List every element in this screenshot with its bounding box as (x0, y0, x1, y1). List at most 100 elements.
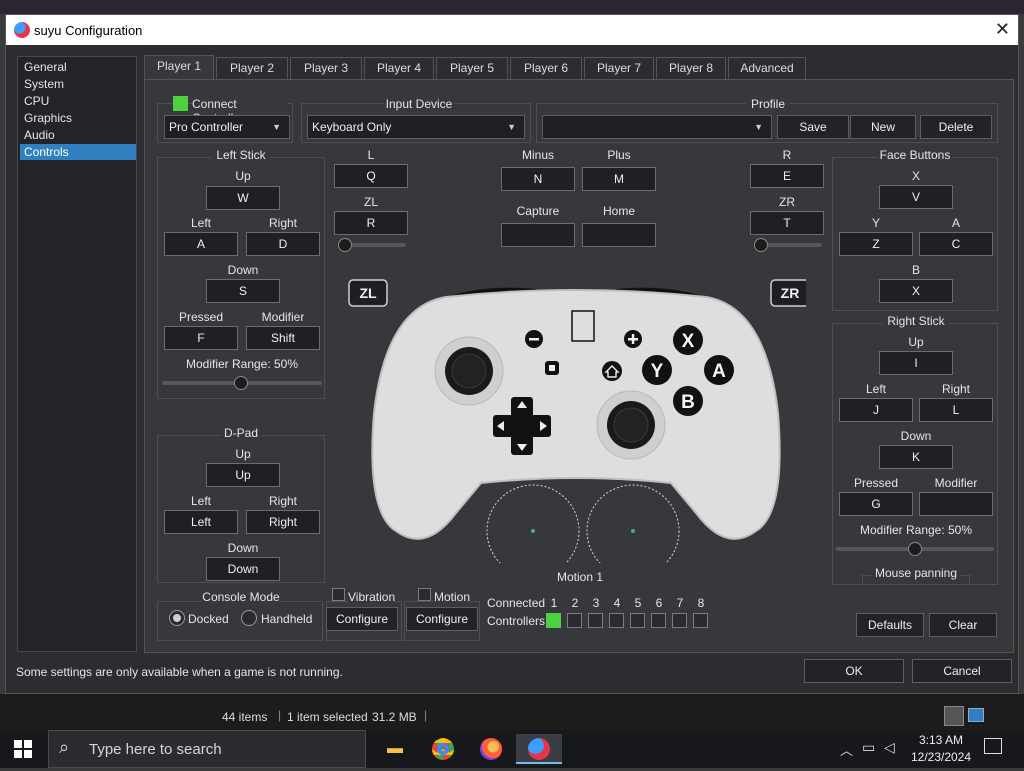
tab-player-5[interactable]: Player 5 (436, 57, 508, 79)
tiles-view-icon[interactable] (968, 708, 984, 722)
controller-slot-6[interactable] (651, 613, 666, 628)
chevron-up-icon[interactable]: ︿ (840, 740, 853, 759)
notifications-icon[interactable] (984, 738, 1002, 754)
left-stick-down-key[interactable]: S (206, 279, 280, 303)
slot-number: 6 (655, 596, 663, 610)
close-icon[interactable]: ✕ (995, 19, 1010, 40)
clock-date[interactable]: 12/23/2024 (906, 750, 976, 764)
dpad-left-key[interactable]: Left (164, 510, 238, 534)
tab-player-4[interactable]: Player 4 (364, 57, 434, 79)
face-a-key[interactable]: C (919, 232, 993, 256)
controller-slot-8[interactable] (693, 613, 708, 628)
left-stick-pressed-key[interactable]: F (164, 326, 238, 350)
file-explorer-icon[interactable]: ▬ (372, 734, 418, 764)
taskbar-search-box[interactable]: ⌕ Type here to search (48, 730, 366, 768)
mouse-panning-label[interactable]: Mouse panning (872, 566, 960, 580)
save-profile-button[interactable]: Save (777, 115, 849, 139)
home-button-key[interactable] (582, 223, 656, 247)
home-button-label: Home (602, 204, 635, 218)
clock-time[interactable]: 3:13 AM (912, 733, 970, 747)
left-stick-up-key[interactable]: W (206, 186, 280, 210)
volume-icon[interactable]: ◁ (884, 739, 895, 756)
connect-controller-checkbox[interactable] (173, 96, 188, 111)
zl-button-key[interactable]: R (334, 211, 408, 235)
controller-slot-7[interactable] (672, 613, 687, 628)
controller-slot-5[interactable] (630, 613, 645, 628)
handheld-radio[interactable] (241, 610, 257, 626)
controller-slot-3[interactable] (588, 613, 603, 628)
right-stick-down-key[interactable]: K (879, 445, 953, 469)
dpad-right-key[interactable]: Right (246, 510, 320, 534)
face-b-key[interactable]: X (879, 279, 953, 303)
right-stick-modifier-key[interactable] (919, 492, 993, 516)
nav-item-graphics[interactable]: Graphics (20, 110, 136, 126)
docked-radio[interactable] (169, 610, 185, 626)
zr-button-label: ZR (779, 195, 795, 209)
nav-item-general[interactable]: General (20, 59, 136, 75)
left-stick-right-key[interactable]: D (246, 232, 320, 256)
r-button-key[interactable]: E (750, 164, 824, 188)
minus-button-key[interactable]: N (501, 167, 575, 191)
left-stick-range-handle[interactable] (234, 376, 248, 390)
dpad-down-key[interactable]: Down (206, 557, 280, 581)
dpad-up-key[interactable]: Up (206, 463, 280, 487)
capture-button-key[interactable] (501, 223, 575, 247)
input-device-select[interactable]: Keyboard Only ▼ (307, 115, 525, 139)
plus-button-key[interactable]: M (582, 167, 656, 191)
controller-slot-1[interactable] (546, 613, 561, 628)
tab-player-1[interactable]: Player 1 (144, 55, 214, 80)
vibration-label: Vibration (348, 590, 396, 604)
l-button-label: L (367, 148, 375, 162)
firefox-icon[interactable] (468, 734, 514, 764)
selected-size: 31.2 MB (372, 710, 417, 724)
details-view-icon[interactable] (944, 706, 964, 726)
tab-player-8[interactable]: Player 8 (656, 57, 726, 79)
motion-title: Motion 1 (552, 570, 608, 584)
vibration-configure-button[interactable]: Configure (326, 607, 398, 631)
clear-button[interactable]: Clear (929, 613, 997, 637)
divider: | (278, 708, 282, 722)
zl-threshold-handle[interactable] (338, 238, 352, 252)
console-mode-title: Console Mode (202, 590, 280, 604)
chrome-icon[interactable] (420, 734, 466, 764)
nav-item-audio[interactable]: Audio (20, 127, 136, 143)
tab-advanced[interactable]: Advanced (728, 57, 806, 79)
nav-item-controls[interactable]: Controls (20, 144, 136, 160)
profile-select[interactable]: ▼ (542, 115, 772, 139)
nav-item-system[interactable]: System (20, 76, 136, 92)
controller-slot-2[interactable] (567, 613, 582, 628)
right-stick-pressed-key[interactable]: G (839, 492, 913, 516)
controller-type-select[interactable]: Pro Controller ▼ (164, 115, 290, 139)
tab-player-3[interactable]: Player 3 (290, 57, 362, 79)
left-stick-left-key[interactable]: A (164, 232, 238, 256)
nav-item-cpu[interactable]: CPU (20, 93, 136, 109)
face-x-key[interactable]: V (879, 185, 953, 209)
left-stick-pressed-label: Pressed (178, 310, 224, 324)
right-stick-right-key[interactable]: L (919, 398, 993, 422)
right-stick-range-handle[interactable] (908, 542, 922, 556)
controller-slot-4[interactable] (609, 613, 624, 628)
motion-configure-button[interactable]: Configure (406, 607, 478, 631)
right-stick-left-key[interactable]: J (839, 398, 913, 422)
tab-player-7[interactable]: Player 7 (584, 57, 654, 79)
network-icon[interactable]: ▭ (862, 739, 875, 756)
ok-button[interactable]: OK (804, 659, 904, 683)
defaults-button[interactable]: Defaults (856, 613, 924, 637)
new-profile-button[interactable]: New (850, 115, 916, 139)
face-y-key[interactable]: Z (839, 232, 913, 256)
delete-profile-button[interactable]: Delete (920, 115, 992, 139)
cancel-button[interactable]: Cancel (912, 659, 1012, 683)
zr-threshold-handle[interactable] (754, 238, 768, 252)
motion-checkbox[interactable] (418, 588, 431, 601)
windows-start-icon[interactable] (0, 734, 46, 764)
l-button-key[interactable]: Q (334, 164, 408, 188)
left-stick-modifier-key[interactable]: Shift (246, 326, 320, 350)
right-stick-up-key[interactable]: I (879, 351, 953, 375)
tab-player-2[interactable]: Player 2 (216, 57, 288, 79)
tab-player-6[interactable]: Player 6 (510, 57, 582, 79)
vibration-checkbox[interactable] (332, 588, 345, 601)
suyu-taskbar-icon[interactable] (516, 734, 562, 764)
zr-button-key[interactable]: T (750, 211, 824, 235)
slot-number: 8 (697, 596, 705, 610)
title-bar: suyu Configuration ✕ (6, 15, 1018, 45)
